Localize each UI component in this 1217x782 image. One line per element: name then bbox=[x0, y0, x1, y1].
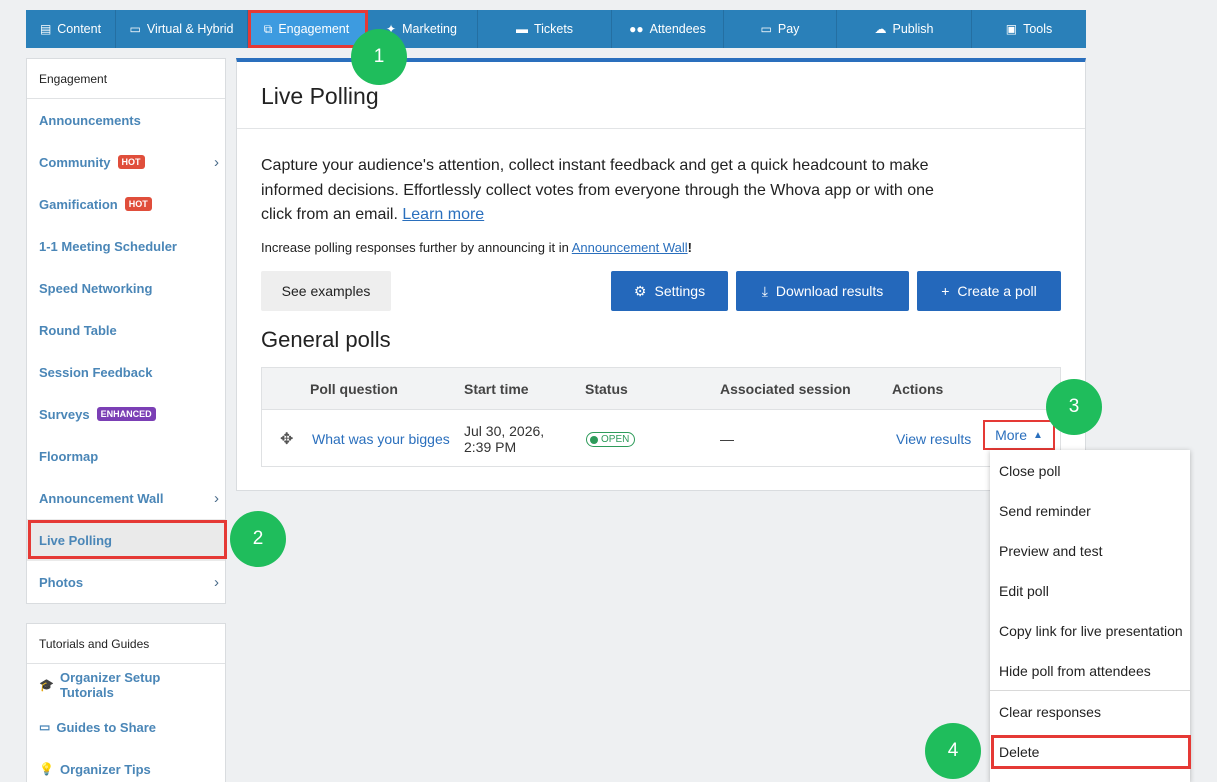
step-marker-1: 1 bbox=[351, 29, 407, 85]
tutorial-organizer-setup[interactable]: 🎓 Organizer Setup Tutorials bbox=[27, 664, 225, 706]
see-examples-button[interactable]: See examples bbox=[261, 271, 391, 311]
sidebar-item-live-polling[interactable]: Live Polling bbox=[27, 519, 225, 561]
announcement-note: Increase polling responses further by an… bbox=[261, 240, 692, 255]
tutorials-header: Tutorials and Guides bbox=[27, 624, 225, 664]
download-icon: ⤓ bbox=[761, 282, 768, 299]
sidebar-item-surveys[interactable]: Surveys ENHANCED bbox=[27, 393, 225, 435]
table-header: Poll question Start time Status Associat… bbox=[262, 368, 1060, 410]
view-results-link[interactable]: View results bbox=[896, 431, 971, 447]
toolbox-icon: ▣ bbox=[1005, 22, 1018, 36]
top-nav: ▤ Content ▭ Virtual & Hybrid ⧉ Engagement ✦… bbox=[26, 10, 1086, 48]
hot-badge: HOT bbox=[124, 197, 152, 211]
nav-publish[interactable]: ☁ Publish bbox=[837, 10, 972, 48]
chevron-right-icon: › bbox=[214, 154, 219, 171]
menu-close-poll[interactable]: Close poll bbox=[990, 450, 1190, 490]
sidebar: Engagement Announcements Community HOT › G… bbox=[26, 58, 226, 604]
header-status: Status bbox=[585, 381, 628, 397]
graduation-cap-icon: 🎓 bbox=[39, 678, 54, 692]
ticket-icon: ▬ bbox=[515, 22, 528, 36]
tutorial-guides-to-share[interactable]: ▭ Guides to Share bbox=[27, 706, 225, 748]
associated-session: — bbox=[720, 431, 734, 447]
description: Capture your audience's attention, colle… bbox=[261, 157, 934, 223]
more-dropdown: Close poll Send reminder Preview and tes… bbox=[990, 450, 1190, 782]
sidebar-item-floormap[interactable]: Floormap bbox=[27, 435, 225, 477]
nav-pay[interactable]: ▭ Pay bbox=[724, 10, 837, 48]
caret-up-icon: ▲ bbox=[1033, 429, 1043, 441]
laptop-icon: ▭ bbox=[129, 22, 141, 36]
sidebar-item-photos[interactable]: Photos › bbox=[27, 561, 225, 603]
gear-icon: ⚙ bbox=[633, 282, 647, 299]
list-icon: ▤ bbox=[39, 22, 52, 36]
nav-engagement[interactable]: ⧉ Engagement bbox=[248, 10, 366, 48]
step-marker-4: 4 bbox=[925, 723, 981, 779]
drag-handle-icon[interactable]: ✥ bbox=[280, 429, 293, 449]
users-icon: ●● bbox=[629, 22, 644, 36]
hot-badge: HOT bbox=[117, 155, 145, 169]
card-icon: ▭ bbox=[760, 22, 772, 36]
more-button[interactable]: More ▲ bbox=[983, 420, 1055, 450]
menu-clear-responses[interactable]: Clear responses bbox=[990, 691, 1190, 731]
announcement-wall-link[interactable]: Announcement Wall bbox=[572, 240, 688, 255]
sidebar-item-session-feedback[interactable]: Session Feedback bbox=[27, 351, 225, 393]
presentation-icon: ▭ bbox=[39, 720, 51, 734]
status-badge: OPEN bbox=[586, 432, 636, 447]
polls-table: Poll question Start time Status Associat… bbox=[261, 367, 1061, 467]
sidebar-item-community[interactable]: Community HOT › bbox=[27, 141, 225, 183]
nav-tools[interactable]: ▣ Tools bbox=[972, 10, 1086, 48]
header-start-time: Start time bbox=[464, 381, 529, 397]
learn-more-link[interactable]: Learn more bbox=[402, 206, 484, 223]
menu-edit-poll[interactable]: Edit poll bbox=[990, 570, 1190, 610]
step-marker-3: 3 bbox=[1046, 379, 1102, 435]
network-icon: ⧉ bbox=[263, 22, 273, 36]
menu-copy-link[interactable]: Copy link for live presentation bbox=[990, 610, 1190, 650]
tutorial-organizer-tips[interactable]: 💡 Organizer Tips bbox=[27, 748, 225, 782]
sidebar-item-round-table[interactable]: Round Table bbox=[27, 309, 225, 351]
menu-delete[interactable]: Delete bbox=[990, 731, 1190, 771]
create-poll-button[interactable]: + Create a poll bbox=[917, 271, 1061, 311]
sidebar-item-announcements[interactable]: Announcements bbox=[27, 99, 225, 141]
sidebar-item-meeting-scheduler[interactable]: 1-1 Meeting Scheduler bbox=[27, 225, 225, 267]
poll-question-link[interactable]: What was your biggest bbox=[312, 431, 450, 447]
enhanced-badge: ENHANCED bbox=[96, 407, 156, 421]
header-actions: Actions bbox=[892, 381, 944, 397]
step-marker-2: 2 bbox=[230, 511, 286, 567]
status-dot-icon bbox=[590, 435, 598, 444]
menu-send-reminder[interactable]: Send reminder bbox=[990, 490, 1190, 530]
section-title: General polls bbox=[261, 327, 391, 352]
menu-hide-poll[interactable]: Hide poll from attendees bbox=[990, 650, 1190, 690]
header-associated-session: Associated session bbox=[720, 381, 851, 397]
nav-attendees[interactable]: ●● Attendees bbox=[612, 10, 724, 48]
header-poll-question: Poll question bbox=[310, 381, 398, 397]
cloud-upload-icon: ☁ bbox=[874, 22, 887, 36]
table-row: ✥ What was your biggest Jul 30, 2026, 2:3… bbox=[262, 410, 1060, 467]
download-results-button[interactable]: ⤓ Download results bbox=[736, 271, 909, 311]
start-time: Jul 30, 2026, 2:39 PM bbox=[464, 423, 545, 455]
sidebar-item-announcement-wall[interactable]: Announcement Wall › bbox=[27, 477, 225, 519]
settings-button[interactable]: ⚙ Settings bbox=[611, 271, 728, 311]
menu-preview-test[interactable]: Preview and test bbox=[990, 530, 1190, 570]
sidebar-item-gamification[interactable]: Gamification HOT bbox=[27, 183, 225, 225]
nav-tickets[interactable]: ▬ Tickets bbox=[478, 10, 612, 48]
sidebar-header: Engagement bbox=[27, 59, 225, 99]
lightbulb-icon: 💡 bbox=[39, 762, 54, 776]
live-polling-card: Live Polling Capture your audience's att… bbox=[236, 58, 1086, 491]
chevron-right-icon: › bbox=[214, 490, 219, 507]
tutorials-panel: Tutorials and Guides 🎓 Organizer Setup Tu… bbox=[26, 623, 226, 782]
plus-icon: + bbox=[941, 283, 950, 299]
nav-virtual-hybrid[interactable]: ▭ Virtual & Hybrid bbox=[116, 10, 248, 48]
sidebar-item-speed-networking[interactable]: Speed Networking bbox=[27, 267, 225, 309]
chevron-right-icon: › bbox=[214, 574, 219, 591]
nav-content[interactable]: ▤ Content bbox=[26, 10, 116, 48]
